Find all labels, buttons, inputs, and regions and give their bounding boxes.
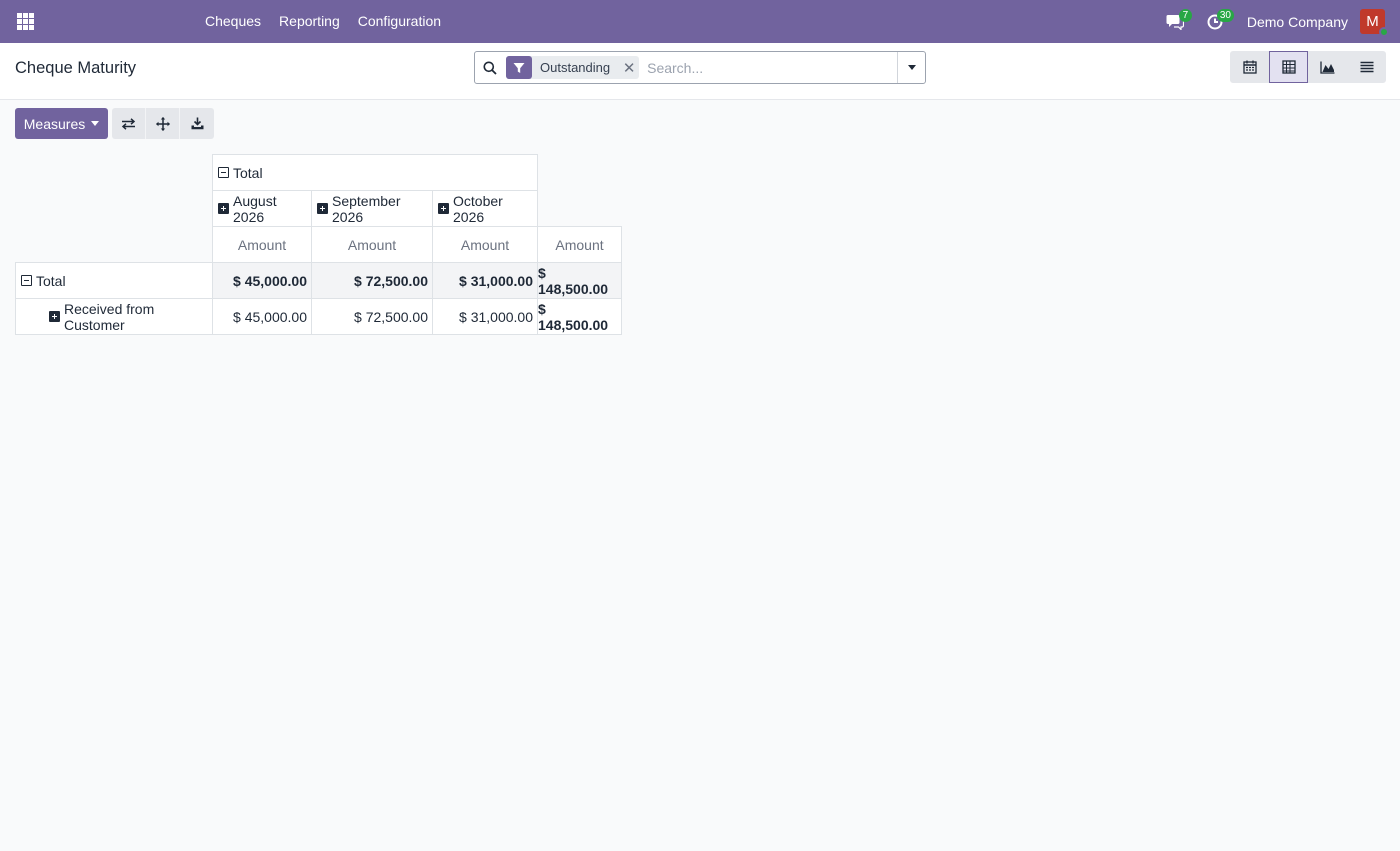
measure-header[interactable]: Amount — [212, 226, 312, 263]
column-header-month[interactable]: September 2026 — [311, 190, 433, 227]
collapse-icon — [21, 275, 32, 286]
control-panel: Cheque Maturity Outstanding ✕ — [0, 43, 1400, 100]
facet-remove-icon[interactable]: ✕ — [619, 56, 639, 79]
download-icon — [191, 117, 203, 130]
menu-item-cheques[interactable]: Cheques — [196, 0, 270, 43]
expand-icon — [438, 203, 449, 214]
pivot-cell[interactable]: $ 45,000.00 — [212, 298, 312, 335]
company-switcher[interactable]: Demo Company — [1235, 14, 1360, 30]
column-header-label: September 2026 — [332, 192, 401, 225]
facet-value: Outstanding — [540, 60, 611, 75]
pivot-cell[interactable]: $ 31,000.00 — [432, 262, 538, 299]
search-facet: Outstanding ✕ — [506, 56, 640, 79]
column-header-month[interactable]: August 2026 — [212, 190, 312, 227]
chevron-down-icon — [907, 65, 916, 70]
top-navbar: Cheques Reporting Configuration 7 30 Dem… — [0, 0, 1400, 43]
column-header-label: October 2026 — [453, 192, 503, 225]
pivot-tools — [112, 108, 214, 139]
messages-badge: 7 — [1178, 9, 1192, 22]
expand-icon — [317, 203, 328, 214]
search-input[interactable] — [647, 53, 896, 82]
measures-button[interactable]: Measures — [15, 108, 108, 139]
pivot-cell-total[interactable]: $ 148,500.00 — [537, 298, 622, 335]
search-options-toggle[interactable] — [897, 52, 925, 83]
collapse-icon — [218, 167, 229, 178]
expand-icon — [218, 203, 229, 214]
menu-item-reporting[interactable]: Reporting — [270, 0, 349, 43]
flip-axis-icon — [121, 117, 136, 130]
list-view-button[interactable] — [1347, 51, 1386, 83]
messages-button[interactable]: 7 — [1155, 0, 1195, 43]
row-header-total[interactable]: Total — [15, 262, 213, 299]
measure-header[interactable]: Amount — [537, 226, 622, 263]
row-header-label: Received from Customer — [64, 300, 155, 333]
measures-label: Measures — [23, 115, 86, 132]
measure-header[interactable]: Amount — [311, 226, 433, 263]
systray: 7 30 Demo Company M — [1155, 0, 1400, 43]
activities-button[interactable]: 30 — [1195, 0, 1235, 43]
column-header-total-label: Total — [233, 164, 263, 181]
view-switcher — [1230, 51, 1386, 83]
graph-icon — [1320, 61, 1335, 74]
search-bar: Outstanding ✕ — [474, 51, 926, 84]
list-icon — [1360, 61, 1373, 73]
pivot-cell[interactable]: $ 72,500.00 — [311, 262, 433, 299]
expand-icon — [49, 311, 60, 322]
online-status-icon — [1379, 27, 1389, 37]
column-header-total[interactable]: Total — [212, 154, 538, 191]
pivot-cell[interactable]: $ 31,000.00 — [432, 298, 538, 335]
main-menu: Cheques Reporting Configuration — [196, 0, 450, 43]
user-avatar[interactable]: M — [1360, 9, 1389, 37]
measure-header[interactable]: Amount — [432, 226, 538, 263]
calendar-icon — [1242, 60, 1257, 74]
row-header-label: Total — [36, 272, 66, 289]
apps-menu-icon[interactable] — [17, 13, 34, 30]
pivot-view-button[interactable] — [1269, 51, 1308, 83]
column-header-label: August 2026 — [233, 192, 277, 225]
avatar-letter: M — [1366, 13, 1379, 30]
pivot-cell-total[interactable]: $ 148,500.00 — [537, 262, 622, 299]
expand-all-button[interactable] — [146, 108, 180, 139]
search-icon[interactable] — [475, 52, 505, 83]
filter-icon — [506, 56, 532, 79]
graph-view-button[interactable] — [1308, 51, 1347, 83]
caret-down-icon — [91, 121, 100, 126]
download-button[interactable] — [180, 108, 214, 139]
page-title: Cheque Maturity — [15, 59, 137, 77]
pivot-icon — [1281, 60, 1296, 74]
flip-axis-button[interactable] — [112, 108, 146, 139]
menu-item-configuration[interactable]: Configuration — [349, 0, 450, 43]
row-header-group[interactable]: Received from Customer — [15, 298, 213, 335]
expand-arrows-icon — [155, 116, 170, 131]
column-header-month[interactable]: October 2026 — [432, 190, 538, 227]
activities-badge: 30 — [1216, 9, 1234, 22]
calendar-view-button[interactable] — [1230, 51, 1269, 83]
pivot-cell[interactable]: $ 45,000.00 — [212, 262, 312, 299]
pivot-cell[interactable]: $ 72,500.00 — [311, 298, 433, 335]
